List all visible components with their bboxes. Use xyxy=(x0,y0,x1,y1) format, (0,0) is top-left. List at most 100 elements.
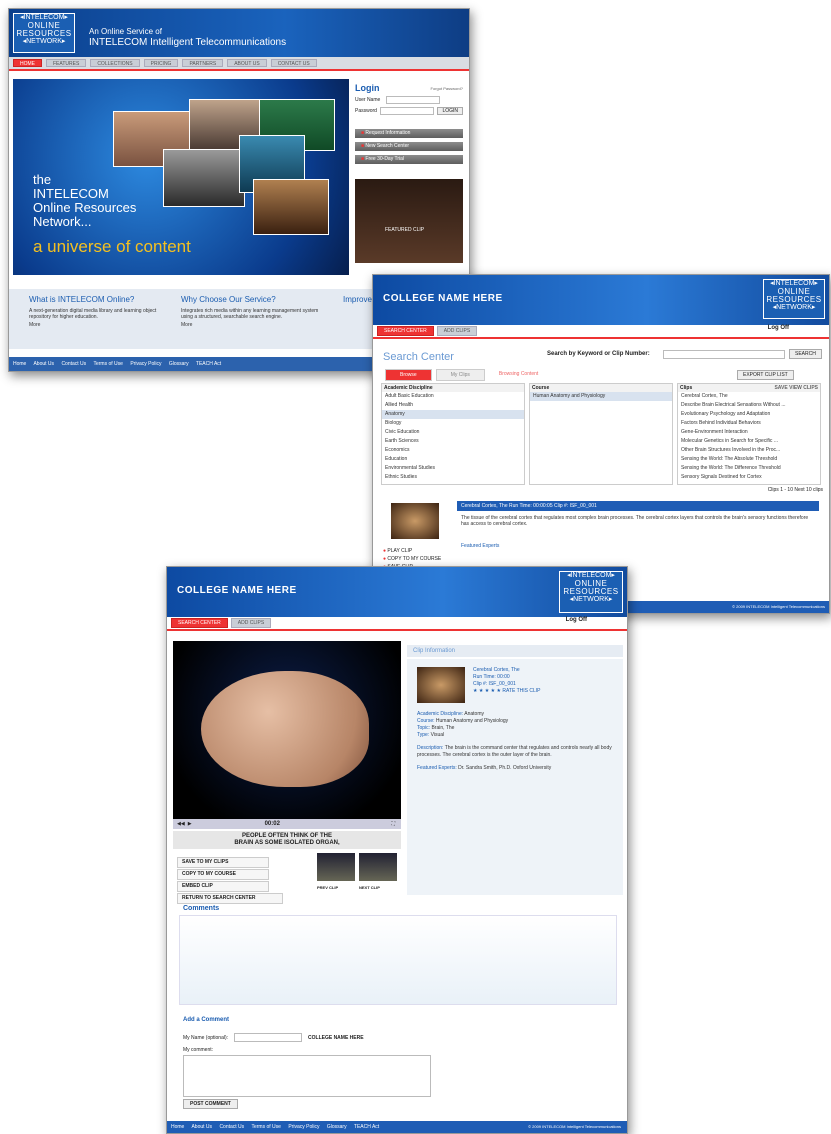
list-item[interactable]: Earth Sciences xyxy=(382,437,524,446)
video-player[interactable] xyxy=(173,641,401,819)
footer-home[interactable]: Home xyxy=(13,361,26,367)
info-col-1-heading: What is INTELECOM Online? xyxy=(29,295,135,304)
discipline-list[interactable]: Academic Discipline Adult Basic Educatio… xyxy=(381,383,525,485)
list-item[interactable]: Other Brain Structures Involved in the P… xyxy=(678,446,820,455)
info-col-1-more[interactable]: More xyxy=(29,322,169,328)
username-input[interactable] xyxy=(386,96,440,104)
nav-contact-us[interactable]: CONTACT US xyxy=(270,59,317,67)
footer-teach-act[interactable]: TEACH Act xyxy=(354,1124,379,1130)
copy-to-course-button[interactable]: COPY TO MY COURSE xyxy=(383,555,441,563)
list-item[interactable]: Describe Brain Electrical Sensations Wit… xyxy=(678,401,820,410)
list-item[interactable]: Sensory Signals Destined for Cortex xyxy=(678,473,820,482)
list-item[interactable]: Evolutionary Psychology and Adaptation xyxy=(678,410,820,419)
footer-home[interactable]: Home xyxy=(171,1124,184,1130)
list-item[interactable]: Molecular Genetics in Search for Specifi… xyxy=(678,437,820,446)
keyword-input[interactable] xyxy=(663,350,785,359)
nav-pricing[interactable]: PRICING xyxy=(143,59,179,67)
list-item[interactable]: Economics xyxy=(382,446,524,455)
list-item[interactable]: Sensing the World: The Absolute Threshol… xyxy=(678,455,820,464)
export-clip-list-button[interactable]: EXPORT CLIP LIST xyxy=(737,370,794,380)
name-row: My Name (optional): COLLEGE NAME HERE xyxy=(183,1033,364,1042)
hero-banner: the INTELECOM Online Resources Network..… xyxy=(13,79,349,275)
footer-about[interactable]: About Us xyxy=(33,361,54,367)
rewind-icon[interactable]: ◀◀ xyxy=(177,821,185,827)
clip-meta: Cerebral Cortex, The Run Time: 00:00 Cli… xyxy=(473,667,541,695)
forgot-password-link[interactable]: Forgot Password? xyxy=(431,86,463,91)
post-comment-button[interactable]: POST COMMENT xyxy=(183,1099,238,1109)
list-item[interactable]: Human Anatomy and Physiology xyxy=(530,392,672,401)
list-item[interactable]: Sensing the World: The Difference Thresh… xyxy=(678,464,820,473)
footer-terms[interactable]: Terms of Use xyxy=(93,361,122,367)
nav-home[interactable]: HOME xyxy=(13,59,42,67)
rating-stars[interactable]: ★ ★ ★ ★ ★ RATE THIS CLIP xyxy=(473,688,541,695)
featured-clip[interactable]: FEATURED CLIP xyxy=(355,179,463,263)
nav-about-us[interactable]: ABOUT US xyxy=(227,59,267,67)
intelecom-logo[interactable]: ◂INTELECOM▸ ONLINE RESOURCES ◂NETWORK▸ xyxy=(13,13,75,53)
prev-clip-thumb[interactable]: PREV CLIP xyxy=(317,853,355,890)
list-item[interactable]: Anatomy xyxy=(382,410,524,419)
logoff-link[interactable]: Log Off xyxy=(566,617,587,623)
list-item[interactable]: Civic Education xyxy=(382,428,524,437)
footer-teach-act[interactable]: TEACH Act xyxy=(196,361,221,367)
intelecom-logo[interactable]: ◂INTELECOM▸ ONLINE RESOURCES ◂NETWORK▸ xyxy=(559,571,623,613)
detail-row: Type: Visual xyxy=(417,732,617,739)
tab-my-clips[interactable]: My Clips xyxy=(435,369,485,381)
save-view-clips-button[interactable]: SAVE VIEW CLIPS xyxy=(774,385,818,391)
tab-browse[interactable]: Browse xyxy=(385,369,432,381)
copy-to-course-button[interactable]: COPY TO MY COURSE xyxy=(177,869,269,880)
embed-clip-button[interactable]: EMBED CLIP xyxy=(177,881,269,892)
tab-search-center[interactable]: SEARCH CENTER xyxy=(171,618,228,628)
request-information-button[interactable]: Request Information xyxy=(355,129,463,138)
name-input[interactable] xyxy=(234,1033,303,1042)
footer-privacy[interactable]: Privacy Policy xyxy=(130,361,161,367)
list-item[interactable]: Biology xyxy=(382,419,524,428)
comment-textarea[interactable] xyxy=(183,1055,431,1097)
clip-thumbnail[interactable] xyxy=(391,503,439,539)
save-to-my-clips-button[interactable]: SAVE TO MY CLIPS xyxy=(177,857,269,868)
nav-features[interactable]: FEATURES xyxy=(46,59,87,67)
new-search-center-button[interactable]: New Search Center xyxy=(355,142,463,151)
return-to-search-button[interactable]: RETURN TO SEARCH CENTER xyxy=(177,893,283,904)
next-clip-label[interactable]: NEXT CLIP xyxy=(359,885,409,890)
hero-photo-4 xyxy=(163,149,245,207)
footer-about[interactable]: About Us xyxy=(191,1124,212,1130)
footer-contact[interactable]: Contact Us xyxy=(219,1124,244,1130)
info-col-2-more[interactable]: More xyxy=(181,322,321,328)
footer-glossary[interactable]: Glossary xyxy=(327,1124,347,1130)
hero-line-4: Network... xyxy=(33,214,92,229)
logoff-link[interactable]: Log Off xyxy=(768,325,789,331)
footer-privacy[interactable]: Privacy Policy xyxy=(288,1124,319,1130)
intelecom-logo[interactable]: ◂INTELECOM▸ ONLINE RESOURCES ◂NETWORK▸ xyxy=(763,279,825,319)
login-button[interactable]: LOGIN xyxy=(437,107,463,115)
clips-list[interactable]: Clips SAVE VIEW CLIPS Cerebral Cortex, Th… xyxy=(677,383,821,485)
play-icon[interactable]: ▶ xyxy=(188,821,192,827)
footer-terms[interactable]: Terms of Use xyxy=(251,1124,280,1130)
nav-collections[interactable]: COLLECTIONS xyxy=(90,59,140,67)
info-col-1-text: A next-generation digital media library … xyxy=(29,308,157,320)
list-item[interactable]: Environmental Studies xyxy=(382,464,524,473)
tab-search-center[interactable]: SEARCH CENTER xyxy=(377,326,434,336)
list-item[interactable]: Education xyxy=(382,455,524,464)
footer-glossary[interactable]: Glossary xyxy=(169,361,189,367)
footer-contact[interactable]: Contact Us xyxy=(61,361,86,367)
course-list[interactable]: Course Human Anatomy and Physiology xyxy=(529,383,673,485)
list-item[interactable]: Factors Behind Individual Behaviors xyxy=(678,419,820,428)
clips-pagination[interactable]: Clips 1 - 10 Next 10 clips xyxy=(768,487,823,493)
free-trial-button[interactable]: Free 30-Day Trial xyxy=(355,155,463,164)
college-label: COLLEGE NAME HERE xyxy=(308,1034,364,1041)
list-item[interactable]: Cerebral Cortex, The xyxy=(678,392,820,401)
tab-add-clips[interactable]: ADD CLIPS xyxy=(436,326,478,336)
closed-caption: PEOPLE OFTEN THINK OF THE BRAIN AS SOME … xyxy=(173,831,401,849)
tab-add-clips[interactable]: ADD CLIPS xyxy=(230,618,272,628)
password-input[interactable] xyxy=(380,107,435,115)
list-item[interactable]: Ethnic Studies xyxy=(382,473,524,482)
nav-partners[interactable]: PARTNERS xyxy=(182,59,224,67)
next-clip-thumb[interactable]: NEXT CLIP xyxy=(359,853,397,890)
list-item[interactable]: Gene-Environment Interaction xyxy=(678,428,820,437)
search-button[interactable]: SEARCH xyxy=(789,349,822,359)
list-item[interactable]: Allied Health xyxy=(382,401,524,410)
fullscreen-icon[interactable]: ⛶ xyxy=(391,821,395,827)
play-clip-button[interactable]: PLAY CLIP xyxy=(383,547,441,555)
clip-navigation: PREV CLIP NEXT CLIP xyxy=(317,853,397,890)
list-item[interactable]: Adult Basic Education xyxy=(382,392,524,401)
